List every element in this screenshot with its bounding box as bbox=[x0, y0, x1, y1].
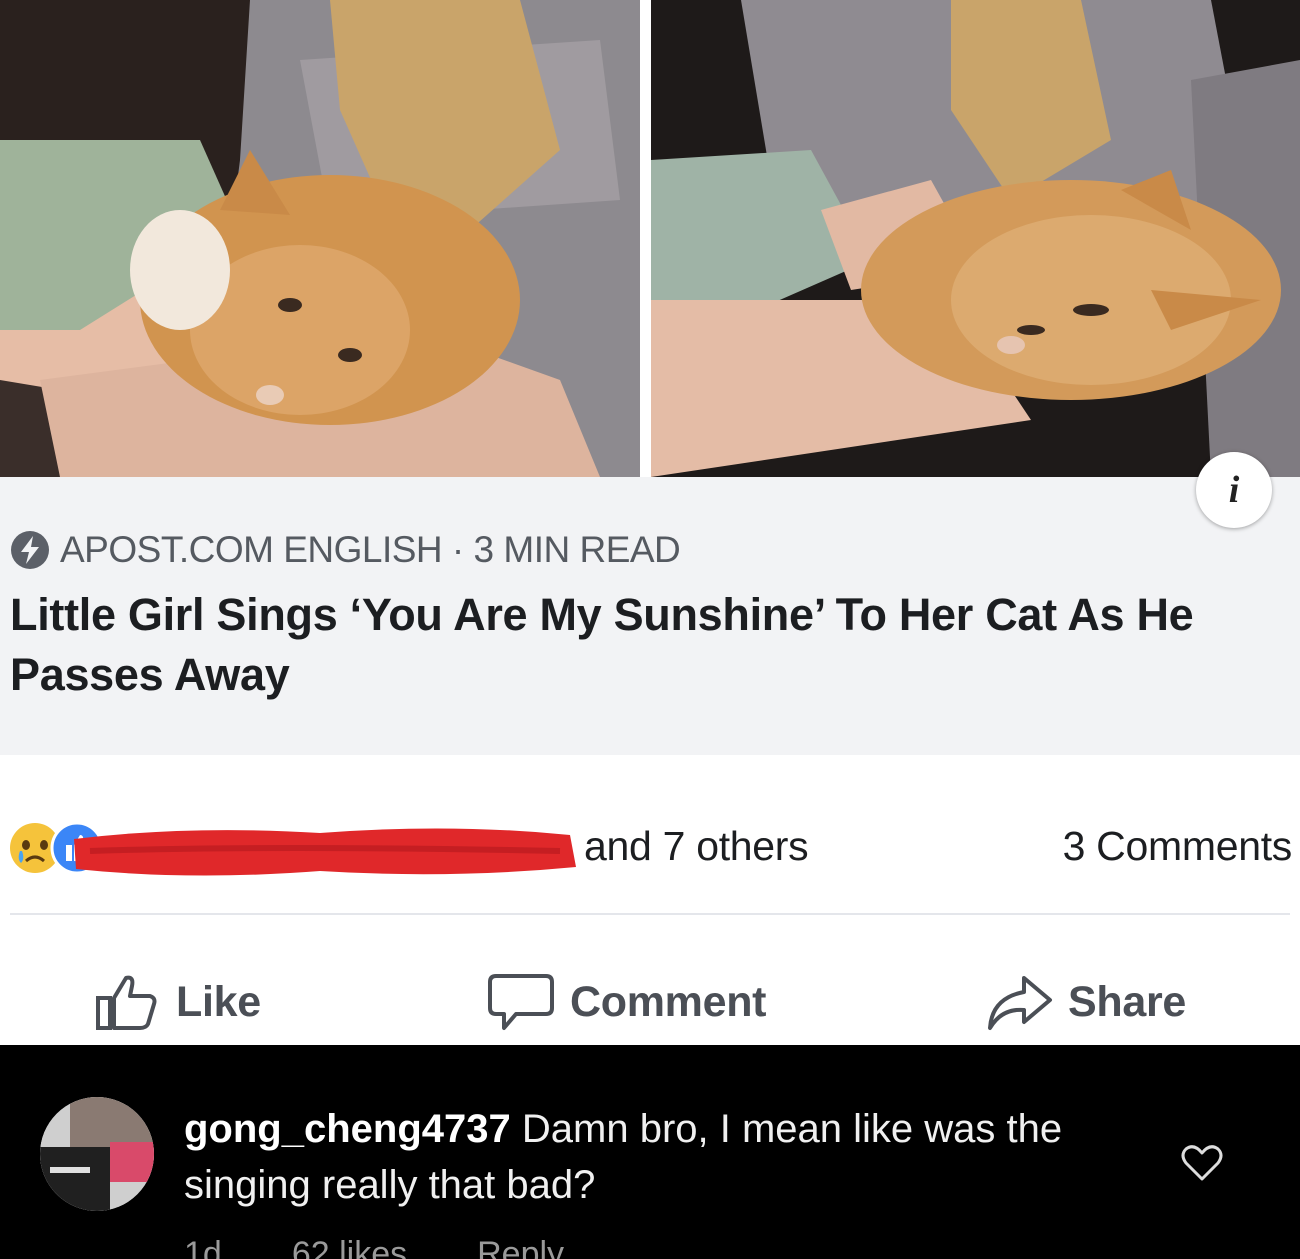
girl-holding-cat-photo-right[interactable] bbox=[651, 0, 1300, 477]
comments-count[interactable]: 3 Comments bbox=[1063, 823, 1293, 870]
comment-label: Comment bbox=[570, 977, 767, 1026]
post-photos: i bbox=[0, 0, 1300, 528]
photo-divider bbox=[640, 0, 651, 477]
like-button[interactable]: Like bbox=[92, 970, 261, 1034]
comment-body: gong_cheng4737 Damn bro, I mean like was… bbox=[184, 1101, 1144, 1213]
post-actions: Like Comment Share bbox=[0, 970, 1300, 1040]
share-arrow-icon bbox=[988, 976, 1052, 1030]
heart-icon[interactable] bbox=[1180, 1143, 1224, 1183]
redaction-scribble bbox=[74, 828, 576, 876]
speech-bubble-icon bbox=[488, 974, 554, 1030]
source-label: APOST.COM ENGLISH · 3 MIN READ bbox=[60, 529, 681, 570]
info-icon[interactable]: i bbox=[1196, 452, 1272, 528]
comment-username[interactable]: gong_cheng4737 bbox=[184, 1107, 511, 1151]
instagram-comment: gong_cheng4737 Damn bro, I mean like was… bbox=[0, 1045, 1300, 1259]
avatar[interactable] bbox=[40, 1097, 154, 1211]
comment-meta: 1d 62 likes Reply bbox=[184, 1235, 564, 1259]
reaction-names[interactable]: and 7 others bbox=[584, 823, 809, 870]
post-footer: and 7 others 3 Comments Like Comment Sha… bbox=[0, 755, 1300, 1045]
divider bbox=[10, 913, 1290, 915]
comment-button[interactable]: Comment bbox=[486, 970, 766, 1034]
thumbs-up-icon bbox=[96, 975, 157, 1030]
link-preview-card[interactable]: APOST.COM ENGLISH · 3 MIN READ Little Gi… bbox=[0, 477, 1300, 755]
instant-article-bolt-icon bbox=[11, 531, 49, 569]
reactions-row[interactable]: and 7 others 3 Comments bbox=[8, 815, 1293, 876]
girl-holding-cat-photo-left[interactable] bbox=[0, 0, 640, 477]
article-headline[interactable]: Little Girl Sings ‘You Are My Sunshine’ … bbox=[10, 585, 1290, 705]
share-button[interactable]: Share bbox=[984, 970, 1186, 1034]
share-label: Share bbox=[1068, 977, 1187, 1026]
comment-time: 1d bbox=[184, 1235, 222, 1259]
source-row: APOST.COM ENGLISH · 3 MIN READ bbox=[10, 529, 681, 571]
like-label: Like bbox=[176, 977, 261, 1026]
reply-button[interactable]: Reply bbox=[477, 1235, 564, 1259]
comment-likes[interactable]: 62 likes bbox=[292, 1235, 407, 1259]
